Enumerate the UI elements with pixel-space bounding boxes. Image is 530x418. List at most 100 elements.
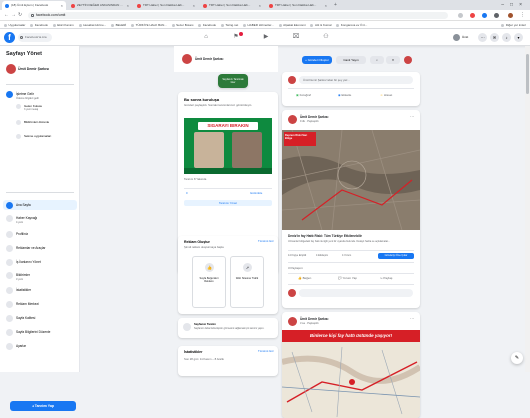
post-time[interactable]: 9 dk · Paylaşıldı bbox=[300, 120, 318, 123]
profile-chip[interactable]: Ümit bbox=[452, 33, 472, 42]
more-options-icon[interactable]: ⋯ bbox=[410, 316, 414, 321]
like-button[interactable]: 👍 Beğen bbox=[298, 276, 311, 280]
sidebar-item-edit-page-info[interactable]: Sayfa Bilgilerini Düzenle bbox=[6, 329, 50, 336]
bookmark-other[interactable]: Diğer yer imleri bbox=[501, 21, 526, 28]
post-title[interactable]: Deniz'in fay Hattı Riski: Tüm Türkiye Et… bbox=[288, 234, 414, 238]
composer-input[interactable]: Ümit Demir Şarkısı'ndan bir şey yaz... bbox=[299, 76, 413, 84]
home-icon[interactable]: ⌂ bbox=[196, 32, 216, 43]
close-icon[interactable]: × bbox=[193, 1, 195, 10]
tag-button[interactable]: ◉ Etiketle bbox=[338, 92, 351, 98]
feeling-button[interactable]: ☺ Hisset bbox=[380, 92, 392, 98]
see-all-link[interactable]: Tümünü Gör bbox=[258, 349, 274, 354]
share-button[interactable]: ↪ Paylaş bbox=[380, 276, 392, 280]
sidebar-page-switcher[interactable]: Ümit Demir Şarkısı bbox=[6, 64, 49, 74]
page-name[interactable]: Ümit Demir Şarkısı bbox=[195, 57, 223, 61]
comment-input[interactable] bbox=[299, 289, 413, 297]
browser-tab[interactable]: (18) Ümit Eylem | Facebook × bbox=[2, 1, 66, 10]
sidebar-item-notifications[interactable]: Bildirimler 3 yeni bbox=[6, 272, 30, 281]
ad-option-likes[interactable]: 👍 Sayfa Beğenileri Reklamı bbox=[192, 256, 226, 308]
boost-post-button[interactable]: Gönderiyi Öne Çıkar bbox=[378, 253, 414, 259]
close-icon[interactable]: × bbox=[259, 1, 261, 10]
sidebar-item-settings[interactable]: Ayarlar bbox=[6, 343, 26, 350]
close-icon[interactable]: × bbox=[325, 1, 327, 10]
create-post-button[interactable]: + Gönderi Oluştur bbox=[302, 56, 332, 64]
sidebar-item-home[interactable]: Ana Sayfa bbox=[6, 202, 31, 209]
star-icon[interactable] bbox=[458, 13, 463, 18]
manage-promotion-button[interactable]: Tanıtımı Yönet bbox=[184, 200, 272, 206]
post-time[interactable]: 3 sa · Paylaşıldı bbox=[300, 322, 318, 325]
view-link[interactable]: Görüntüle bbox=[250, 191, 262, 196]
comment-button[interactable]: 💬 Yorum Yap bbox=[338, 276, 357, 280]
page-scrollbar[interactable] bbox=[525, 46, 530, 372]
scrollbar-thumb[interactable] bbox=[526, 54, 529, 94]
new-message-icon[interactable]: ✎ bbox=[511, 352, 523, 364]
promo-thumbnail[interactable]: Sayfanızı Tanıtmak Ister bbox=[218, 74, 248, 88]
close-icon[interactable]: × bbox=[61, 1, 63, 10]
sidebar-item-ads-tools[interactable]: Reklamlar ve Araçlar bbox=[6, 245, 45, 252]
avatar[interactable] bbox=[404, 56, 412, 64]
bookmark[interactable]: BELERİ bbox=[111, 21, 127, 28]
menu-kebab-icon[interactable]: ⋮ bbox=[520, 12, 525, 19]
bookmark[interactable]: Twing.net bbox=[221, 21, 238, 28]
bookmark[interactable]: Ekici Kanımı bbox=[53, 21, 74, 28]
avatar[interactable] bbox=[288, 317, 297, 326]
groups-icon[interactable]: ⚇ bbox=[316, 32, 336, 43]
promote-button[interactable]: ◂ Tanıtım Yap bbox=[10, 401, 76, 411]
more-button[interactable]: ▾ bbox=[386, 56, 400, 64]
see-all-link[interactable]: Tümünü Gör bbox=[258, 239, 274, 244]
bookmark[interactable]: Atlı & Kumal bbox=[310, 21, 332, 28]
puzzle-icon[interactable] bbox=[494, 13, 499, 18]
reload-icon[interactable]: ↻ bbox=[18, 12, 22, 19]
bookmark[interactable]: Facebook bbox=[30, 21, 48, 28]
window-controls[interactable]: –□× bbox=[501, 0, 528, 10]
browser-tab[interactable]: TRT Haber | Son Dakika Hab... × bbox=[200, 1, 264, 10]
sidebar-item-jobs[interactable]: İş İlanlarını Yönet bbox=[6, 259, 41, 266]
sidebar-subitem-inbox[interactable]: Gelen Kutusu 3 yeni mesaj bbox=[16, 104, 42, 111]
marketplace-icon[interactable]: ⌧ bbox=[286, 32, 306, 43]
page-avatar[interactable] bbox=[182, 54, 192, 64]
sidebar-item-page-quality[interactable]: Sayfa Kalitesi bbox=[6, 315, 35, 322]
more-options-icon[interactable]: ⋯ bbox=[410, 114, 414, 119]
sidebar-item-profile[interactable]: Profiliniz bbox=[6, 231, 28, 238]
forward-icon[interactable]: → bbox=[11, 12, 16, 19]
bookmark[interactable]: TÜRKİYE HALK BAN... bbox=[131, 21, 167, 28]
browser-tab[interactable]: TRT Haber | Son Dakika Hab... × bbox=[266, 1, 330, 10]
close-icon[interactable]: × bbox=[127, 1, 129, 10]
menu-grid-icon[interactable]: ⋯ bbox=[478, 33, 487, 42]
messenger-icon[interactable]: ✉ bbox=[490, 33, 499, 42]
url-bar[interactable]: facebook.com/umit bbox=[28, 12, 448, 19]
avatar[interactable] bbox=[288, 115, 297, 124]
search-input[interactable]: Facebook'ta Ara bbox=[18, 33, 52, 42]
sidebar-item-news-feed[interactable]: Haber Kaynağı 4 yeni bbox=[6, 215, 37, 224]
browser-tab[interactable]: ZEYTİN DEĞER ANKASINDAN ... × bbox=[68, 1, 132, 10]
tip-card[interactable]: Sayfanızı Tanıtın Sayfanızı daha fazla k… bbox=[178, 318, 278, 338]
bookmark[interactable]: Facebook bbox=[198, 21, 216, 28]
post-author[interactable]: Ümit Demir Şarkısı bbox=[300, 115, 328, 119]
sidebar-item-business[interactable]: İşletme Gelir Ödeme bilgileri gelir bbox=[6, 91, 39, 100]
watch-icon[interactable]: ▶ bbox=[256, 32, 276, 43]
back-icon[interactable]: ← bbox=[4, 12, 9, 19]
live-button[interactable]: Canlı Yayın bbox=[336, 56, 366, 64]
photo-button[interactable]: ▣ Fotoğraf bbox=[296, 92, 311, 98]
bookmark[interactable]: Sezer Botanı bbox=[172, 21, 193, 28]
chevron-down-icon[interactable]: ▾ bbox=[514, 33, 523, 42]
ad-option-traffic[interactable]: ➚ Web Sitesine Trafik bbox=[230, 256, 264, 308]
sidebar-subitem-notifications[interactable]: Bildirimleri düzenle bbox=[16, 120, 49, 125]
browser-tab[interactable]: TRT Haber | Son Dakika Hab... × bbox=[134, 1, 198, 10]
flag-icon[interactable]: ⚑ bbox=[226, 32, 246, 43]
extension-icon[interactable] bbox=[470, 13, 475, 18]
post-author[interactable]: Ümit Demir Şarkısı bbox=[300, 317, 328, 321]
post-image[interactable]: Binlerce kişi fay hattı üstünde yaşıyor! bbox=[282, 330, 420, 418]
search-button[interactable]: ⌕ bbox=[370, 56, 384, 64]
profile-avatar-icon[interactable] bbox=[508, 13, 513, 18]
new-tab-icon[interactable]: + bbox=[334, 1, 337, 10]
bookmark[interactable]: Kongarova ev Ö.it... bbox=[336, 21, 368, 28]
ad-creative-image[interactable]: SIGARAYI BIRAKIN bbox=[184, 118, 272, 174]
post-image[interactable]: Deprem Riski Sarı Bölge bbox=[282, 130, 420, 230]
bookmark[interactable]: Alpakat Ekonomi bbox=[279, 21, 306, 28]
sidebar-item-insights[interactable]: İstatistikler bbox=[6, 287, 31, 294]
extension-icon[interactable] bbox=[482, 13, 487, 18]
sidebar-item-ad-center[interactable]: Reklam Merkezi bbox=[6, 301, 39, 308]
sidebar-subitem-apps[interactable]: Sekme uygulamaları bbox=[16, 134, 51, 139]
bookmark[interactable]: HABER Hizmetler... bbox=[243, 21, 274, 28]
